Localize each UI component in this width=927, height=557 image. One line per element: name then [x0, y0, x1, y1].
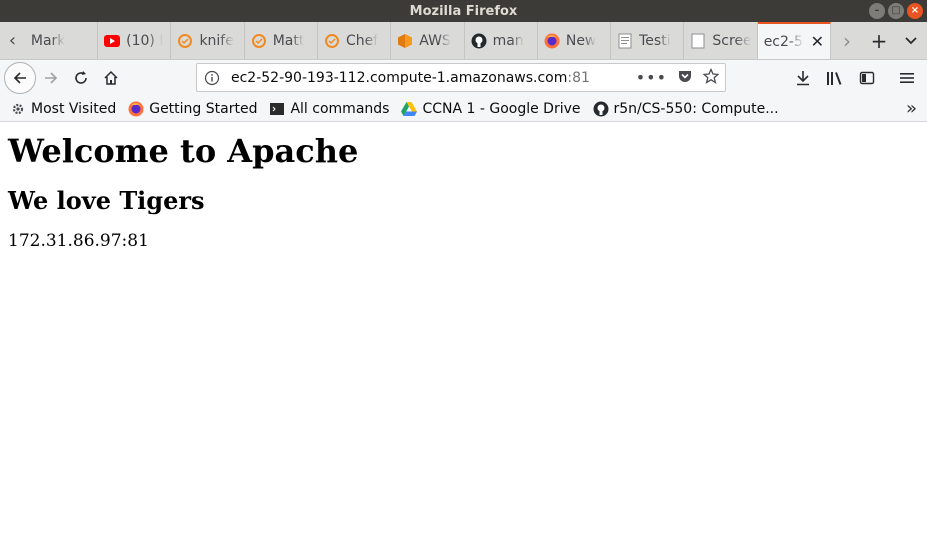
- tabstrip-controls: › +: [831, 22, 927, 59]
- url-port: :81: [567, 69, 590, 86]
- download-icon: [797, 71, 809, 86]
- close-window-button[interactable]: ×: [907, 3, 923, 19]
- window-controls: – □ ×: [869, 3, 923, 19]
- tab[interactable]: AWS: [391, 22, 465, 59]
- url-text[interactable]: ec2-52-90-193-112.compute-1.amazonaws.co…: [231, 70, 590, 86]
- tab-label: Testi: [639, 32, 671, 49]
- bookmark-star-icon[interactable]: [702, 67, 720, 88]
- reload-icon: [75, 71, 87, 84]
- tab-label: knife: [199, 32, 234, 49]
- window-title: Mozilla Firefox: [409, 3, 518, 19]
- tab[interactable]: Matt: [245, 22, 318, 59]
- forward-button[interactable]: [36, 63, 66, 93]
- tab[interactable]: knife: [171, 22, 245, 59]
- bookmark-label: CCNA 1 - Google Drive: [422, 100, 581, 117]
- bookmark-label: Most Visited: [31, 100, 117, 117]
- tab[interactable]: Chef: [318, 22, 392, 59]
- bookmark-ccna-drive[interactable]: CCNA 1 - Google Drive: [401, 100, 581, 117]
- list-all-tabs-button[interactable]: [895, 22, 927, 59]
- page-heading: Welcome to Apache: [8, 132, 359, 170]
- toolbar-right: [787, 60, 927, 96]
- tab[interactable]: Scree: [684, 22, 758, 59]
- github-icon: [593, 101, 609, 117]
- tab-label: man: [492, 32, 524, 49]
- blank-page-icon: [690, 33, 706, 49]
- new-tab-button[interactable]: +: [863, 22, 895, 59]
- library-button[interactable]: [819, 63, 851, 93]
- firefox-icon: [544, 33, 560, 49]
- url-bar[interactable]: ec2-52-90-193-112.compute-1.amazonaws.co…: [196, 63, 726, 92]
- aws-icon: [397, 33, 413, 49]
- close-tab-icon[interactable]: ✕: [811, 32, 824, 51]
- server-address: 172.31.86.97:81: [8, 231, 149, 251]
- navigation-toolbar: ec2-52-90-193-112.compute-1.amazonaws.co…: [0, 60, 927, 96]
- firefox-icon: [128, 101, 144, 117]
- terminal-icon: [269, 101, 285, 117]
- url-host: ec2-52-90-193-112.compute-1.amazonaws.co…: [231, 69, 568, 86]
- github-icon: [471, 33, 487, 49]
- gear-icon: [10, 101, 26, 117]
- home-icon: [104, 70, 118, 85]
- scroll-tabs-left-button[interactable]: ‹: [0, 22, 25, 59]
- tab-active[interactable]: ec2-5 ✕: [757, 22, 831, 59]
- site-info-icon[interactable]: [197, 70, 227, 86]
- youtube-icon: [104, 33, 121, 49]
- bookmark-all-commands[interactable]: All commands: [269, 101, 389, 117]
- arrow-left-icon: [13, 72, 26, 84]
- maximize-button[interactable]: □: [888, 3, 904, 19]
- page-subheading: We love Tigers: [8, 186, 205, 215]
- tab-label: New: [565, 32, 597, 49]
- sidebar-button[interactable]: [851, 63, 883, 93]
- bookmark-label: r5n/CS-550: Compute...: [613, 100, 779, 117]
- tab-strip: ‹ Mark (10) I knife Matt Chef AWS man Ne…: [0, 22, 927, 60]
- tab[interactable]: man: [465, 22, 538, 59]
- tab-label: ec2-5: [763, 33, 803, 50]
- page-actions-menu-icon[interactable]: •••: [636, 68, 667, 87]
- tab-label: Mark: [30, 32, 66, 49]
- tab[interactable]: Testi: [611, 22, 685, 59]
- tab-label: Chef: [346, 32, 379, 49]
- page-content: Welcome to Apache We love Tigers 172.31.…: [8, 122, 919, 251]
- hamburger-menu-icon: [900, 73, 914, 83]
- bookmarks-toolbar: Most Visited Getting Started All command…: [0, 96, 927, 122]
- document-icon: [617, 33, 633, 49]
- tab[interactable]: (10) I: [98, 22, 172, 59]
- bookmarks-overflow-icon[interactable]: »: [906, 98, 917, 119]
- downloads-button[interactable]: [787, 63, 819, 93]
- bookmark-cs550[interactable]: r5n/CS-550: Compute...: [593, 101, 779, 117]
- arrow-right-icon: [45, 72, 58, 84]
- tab-label: Matt: [272, 32, 305, 49]
- tab[interactable]: New: [538, 22, 612, 59]
- bookmark-getting-started[interactable]: Getting Started: [128, 101, 257, 117]
- reload-button[interactable]: [66, 63, 96, 93]
- tab-label: AWS: [419, 32, 451, 49]
- scroll-tabs-right-button[interactable]: ›: [831, 22, 863, 59]
- tab[interactable]: Mark: [25, 22, 99, 59]
- window-titlebar: Mozilla Firefox – □ ×: [0, 0, 927, 22]
- home-button[interactable]: [96, 63, 126, 93]
- google-drive-icon: [401, 101, 418, 117]
- chef-icon: [324, 33, 340, 49]
- menu-button[interactable]: [891, 63, 923, 93]
- pocket-icon[interactable]: [677, 68, 693, 88]
- minimize-button[interactable]: –: [869, 3, 885, 19]
- back-button[interactable]: [4, 62, 36, 94]
- chef-icon: [177, 33, 193, 49]
- chef-icon: [251, 33, 267, 49]
- tab-label: (10) I: [126, 32, 164, 49]
- url-actions: •••: [636, 67, 725, 88]
- library-icon: [827, 72, 842, 85]
- sidebar-icon: [859, 71, 875, 85]
- bookmark-label: All commands: [290, 100, 390, 117]
- bookmark-label: Getting Started: [149, 100, 258, 117]
- bookmark-most-visited[interactable]: Most Visited: [10, 101, 116, 117]
- tab-label: Scree: [712, 32, 751, 49]
